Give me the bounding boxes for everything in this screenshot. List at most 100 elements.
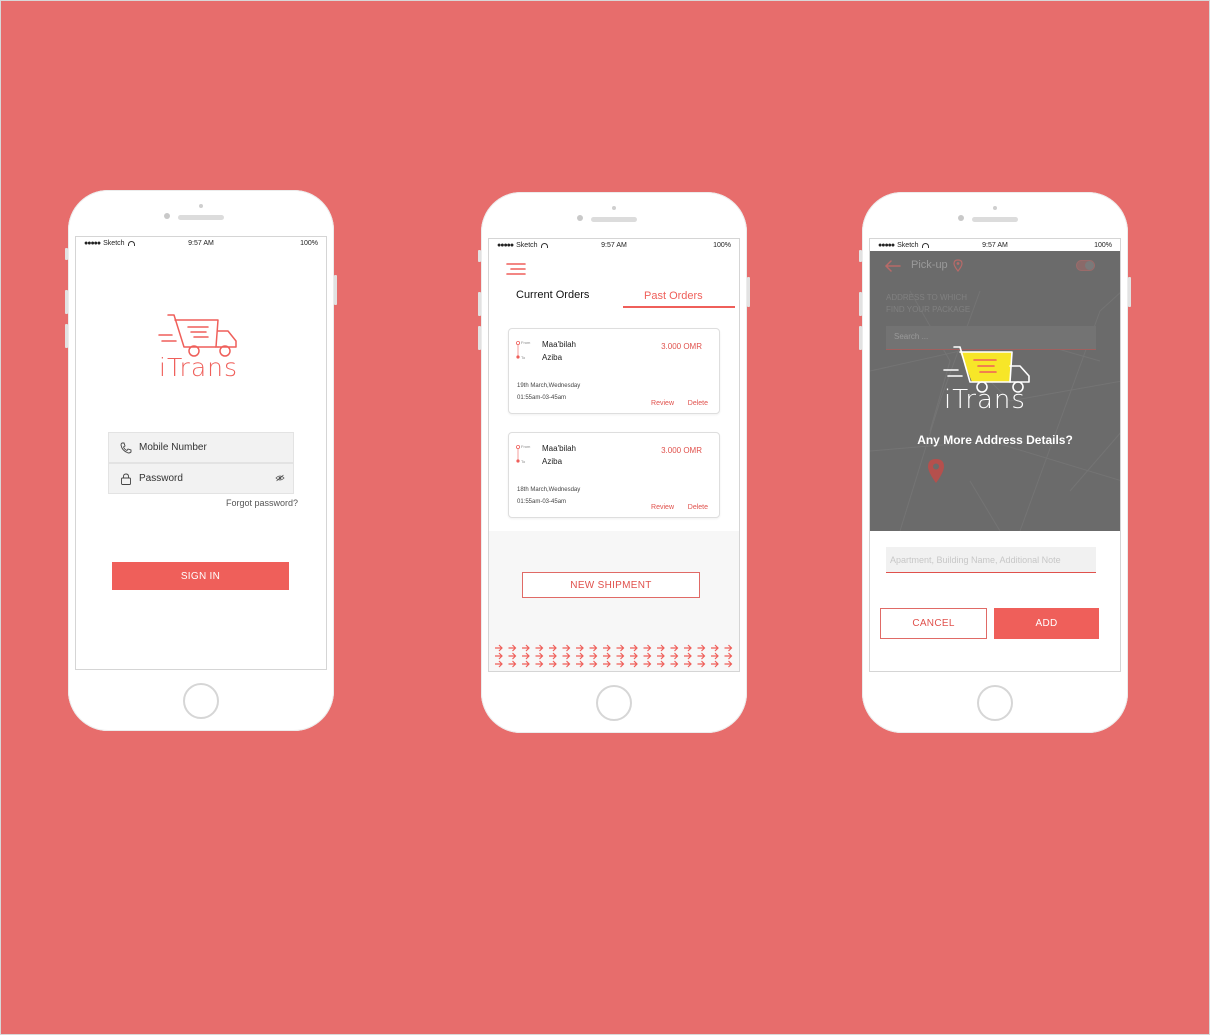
order-price: 3.000 OMR — [661, 342, 702, 351]
status-time: 9:57 AM — [601, 241, 627, 249]
status-bar: ●●●●● Sketch 9:57 AM 100% — [489, 239, 739, 251]
side-button — [334, 275, 337, 305]
arrow-icon — [711, 644, 719, 652]
forgot-password-link[interactable]: Forgot password? — [226, 498, 298, 508]
arrow-icon — [562, 660, 571, 668]
order-card[interactable]: From To Maa'bilah Aziba 3.000 OMR 19th M… — [508, 328, 720, 414]
arrow-icon — [684, 652, 692, 660]
order-from: Maa'bilah — [542, 340, 576, 349]
arrow-icon — [697, 652, 706, 660]
review-button[interactable]: Review — [651, 400, 674, 407]
arrow-icon — [670, 644, 679, 652]
location-pin-icon — [953, 259, 963, 272]
arrow-icon — [522, 660, 530, 668]
tab-past-orders[interactable]: Past Orders — [644, 290, 703, 302]
battery-level: 100% — [713, 241, 731, 249]
arrow-icon — [724, 652, 733, 660]
side-button — [478, 250, 481, 262]
arrow-icon — [495, 652, 503, 660]
mobile-number-placeholder: Mobile Number — [139, 442, 207, 453]
address-hint-line-1: ADDRESS TO WHICH — [886, 293, 968, 302]
arrow-icon — [724, 644, 733, 652]
arrow-icon — [589, 644, 598, 652]
arrow-icon — [630, 644, 638, 652]
side-button — [478, 292, 481, 316]
arrow-icon — [562, 644, 571, 652]
carrier-label: Sketch — [516, 241, 538, 249]
back-arrow-icon[interactable] — [884, 260, 902, 272]
eye-hide-icon[interactable] — [275, 474, 285, 485]
arrow-icon — [670, 660, 679, 668]
home-button[interactable] — [977, 685, 1013, 721]
toggle-switch[interactable] — [1076, 260, 1095, 271]
arrow-icon — [657, 660, 665, 668]
add-button[interactable]: ADD — [994, 608, 1099, 639]
carrier-label: Sketch — [103, 239, 125, 247]
status-bar: ●●●●● Sketch 9:57 AM 100% — [870, 239, 1120, 251]
active-tab-indicator — [623, 306, 735, 308]
menu-icon[interactable] — [505, 262, 527, 276]
address-note-input[interactable]: Apartment, Building Name, Additional Not… — [886, 547, 1096, 573]
arrow-icon — [684, 660, 692, 668]
home-button[interactable] — [183, 683, 219, 719]
arrow-icon — [495, 644, 503, 652]
arrow-icon — [603, 644, 611, 652]
arrow-icon — [616, 652, 625, 660]
password-field[interactable]: Password — [108, 463, 294, 494]
status-time: 9:57 AM — [982, 241, 1008, 249]
delete-button[interactable]: Delete — [688, 504, 708, 511]
camera — [199, 204, 203, 208]
arrow-pattern-decoration — [495, 644, 733, 668]
status-time: 9:57 AM — [188, 239, 214, 247]
arrow-icon — [549, 644, 557, 652]
arrow-icon — [522, 644, 530, 652]
order-to: Aziba — [542, 457, 563, 466]
battery-level: 100% — [1094, 241, 1112, 249]
order-to: Aziba — [542, 353, 563, 362]
arrow-icon — [711, 652, 719, 660]
dialog-title: Any More Address Details? — [917, 433, 1073, 447]
home-button[interactable] — [596, 685, 632, 721]
arrow-icon — [630, 652, 638, 660]
review-button[interactable]: Review — [651, 504, 674, 511]
order-from: Maa'bilah — [542, 444, 576, 453]
signal-icon: ●●●●● — [878, 241, 895, 249]
order-price: 3.000 OMR — [661, 446, 702, 455]
to-label: To — [521, 355, 526, 360]
arrow-icon — [643, 660, 652, 668]
mobile-number-field[interactable]: Mobile Number — [108, 432, 294, 463]
arrow-icon — [562, 652, 571, 660]
password-placeholder: Password — [139, 473, 183, 484]
speaker — [972, 217, 1018, 222]
delete-button[interactable]: Delete — [688, 400, 708, 407]
side-button — [747, 277, 750, 307]
arrow-icon — [616, 660, 625, 668]
wifi-icon — [127, 240, 135, 246]
camera — [993, 206, 997, 210]
sensor — [958, 215, 964, 221]
wifi-icon — [921, 242, 929, 248]
arrow-icon — [535, 660, 544, 668]
side-button — [65, 248, 68, 260]
tab-current-orders[interactable]: Current Orders — [516, 289, 589, 301]
arrow-icon — [724, 660, 733, 668]
side-button — [859, 326, 862, 350]
orders-screen: ●●●●● Sketch 9:57 AM 100% Current Orders … — [488, 238, 740, 672]
arrow-icon — [495, 660, 503, 668]
to-label: To — [521, 459, 526, 464]
side-button — [859, 250, 862, 262]
toggle-knob — [1085, 261, 1094, 270]
search-placeholder: Search ... — [894, 332, 929, 341]
sign-in-button[interactable]: SIGN IN — [112, 562, 289, 590]
arrow-icon — [643, 652, 652, 660]
cancel-button[interactable]: CANCEL — [880, 608, 987, 639]
wifi-icon — [540, 242, 548, 248]
new-shipment-button[interactable]: NEW SHIPMENT — [522, 572, 700, 598]
order-time: 01:55am-03-45am — [517, 499, 567, 505]
order-card[interactable]: From To Maa'bilah Aziba 3.000 OMR 18th M… — [508, 432, 720, 518]
map-pin-icon — [928, 459, 944, 483]
speaker — [178, 215, 224, 220]
pickup-title: Pick-up — [911, 259, 948, 271]
lock-icon — [119, 472, 133, 486]
phone-login: ●●●●● Sketch 9:57 AM 100% iTrans Mobile N… — [65, 190, 337, 731]
